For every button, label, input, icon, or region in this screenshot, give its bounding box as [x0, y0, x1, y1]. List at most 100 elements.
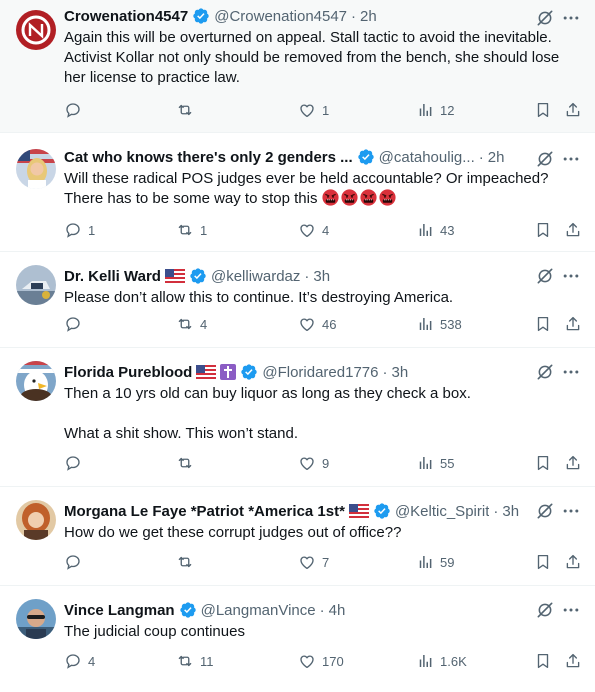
grok-icon[interactable]: [535, 149, 555, 169]
share-button[interactable]: [564, 221, 582, 239]
retweet-icon: [176, 221, 194, 239]
tweet[interactable]: Vince Langman @LangmanVince · 4h The jud…: [0, 586, 595, 692]
avatar[interactable]: [16, 265, 56, 305]
more-icon[interactable]: [561, 501, 581, 521]
bookmark-icon: [534, 101, 552, 119]
grok-icon[interactable]: [535, 8, 555, 28]
share-button[interactable]: [564, 315, 582, 333]
more-icon[interactable]: [561, 362, 581, 382]
like-count: 1: [322, 102, 330, 118]
display-name[interactable]: Morgana Le Faye *Patriot *America 1st*: [64, 503, 345, 520]
reply-icon: [64, 101, 82, 119]
user-handle[interactable]: @LangmanVince: [201, 602, 316, 619]
avatar[interactable]: [16, 361, 56, 401]
retweet-button[interactable]: 1: [176, 221, 207, 239]
share-button[interactable]: [564, 652, 582, 670]
reply-button[interactable]: [64, 454, 88, 472]
views-button[interactable]: 55: [416, 454, 454, 472]
us-flag-icon: [196, 365, 216, 379]
avatar[interactable]: [16, 149, 56, 189]
user-handle[interactable]: @kelliwardaz: [211, 268, 300, 285]
timestamp[interactable]: 2h: [360, 8, 377, 25]
grok-icon[interactable]: [535, 266, 555, 286]
display-name[interactable]: Cat who knows there's only 2 genders ...: [64, 149, 353, 166]
bookmark-button[interactable]: [534, 101, 552, 119]
us-flag-icon: [165, 269, 185, 283]
like-button[interactable]: 9: [298, 454, 329, 472]
like-button[interactable]: 4: [298, 221, 329, 239]
views-button[interactable]: 1.6K: [416, 652, 467, 670]
like-icon: [298, 553, 316, 571]
like-button[interactable]: 7: [298, 553, 329, 571]
grok-icon[interactable]: [535, 362, 555, 382]
like-button[interactable]: 46: [298, 315, 336, 333]
avatar[interactable]: [16, 10, 56, 50]
bookmark-button[interactable]: [534, 454, 552, 472]
retweet-icon: [176, 652, 194, 670]
separator-dot: ·: [351, 7, 357, 25]
tweet[interactable]: Morgana Le Faye *Patriot *America 1st* @…: [0, 487, 595, 586]
retweet-button[interactable]: [176, 454, 200, 472]
bookmark-button[interactable]: [534, 652, 552, 670]
reply-button[interactable]: [64, 553, 88, 571]
views-button[interactable]: 43: [416, 221, 454, 239]
views-button[interactable]: 59: [416, 553, 454, 571]
reply-button[interactable]: 4: [64, 652, 95, 670]
user-handle[interactable]: @catahoulig...: [379, 149, 475, 166]
timestamp[interactable]: 4h: [329, 602, 346, 619]
retweet-button[interactable]: [176, 553, 200, 571]
timestamp[interactable]: 3h: [391, 364, 408, 381]
tweet[interactable]: Crowenation4547 @Crowenation4547 · 2h Ag…: [0, 0, 595, 133]
views-icon: [416, 315, 434, 333]
timestamp[interactable]: 3h: [502, 503, 519, 520]
display-name[interactable]: Crowenation4547: [64, 8, 188, 25]
bookmark-icon: [534, 652, 552, 670]
tweet[interactable]: Florida Pureblood @Floridared1776 · 3h T…: [0, 348, 595, 487]
verified-badge-icon: [373, 502, 391, 520]
display-name[interactable]: Florida Pureblood: [64, 364, 192, 381]
avatar[interactable]: [16, 500, 56, 540]
tweet[interactable]: Dr. Kelli Ward @kelliwardaz · 3h Please …: [0, 252, 595, 348]
bookmark-button[interactable]: [534, 221, 552, 239]
retweet-button[interactable]: 4: [176, 315, 207, 333]
reply-button[interactable]: [64, 101, 88, 119]
tweet-text: How do we get these corrupt judges out o…: [64, 523, 579, 543]
views-button[interactable]: 12: [416, 101, 454, 119]
display-name[interactable]: Dr. Kelli Ward: [64, 268, 161, 285]
tweet-text-content: Will these radical POS judges ever be he…: [64, 170, 549, 207]
share-button[interactable]: [564, 101, 582, 119]
reply-button[interactable]: 1: [64, 221, 95, 239]
more-icon[interactable]: [561, 149, 581, 169]
enraged-face-icon: [341, 189, 358, 206]
like-count: 46: [322, 316, 337, 332]
share-button[interactable]: [564, 553, 582, 571]
reply-button[interactable]: [64, 315, 88, 333]
views-button[interactable]: 538: [416, 315, 462, 333]
like-button[interactable]: 170: [298, 652, 344, 670]
cross-icon: [220, 364, 236, 380]
bookmark-button[interactable]: [534, 315, 552, 333]
grok-icon[interactable]: [535, 501, 555, 521]
retweet-button[interactable]: 11: [176, 652, 214, 670]
share-button[interactable]: [564, 454, 582, 472]
like-button[interactable]: 1: [298, 101, 329, 119]
more-icon[interactable]: [561, 600, 581, 620]
timestamp[interactable]: 2h: [488, 149, 505, 166]
grok-icon[interactable]: [535, 600, 555, 620]
timestamp[interactable]: 3h: [313, 268, 330, 285]
enraged-face-icon: [379, 189, 396, 206]
display-name[interactable]: Vince Langman: [64, 602, 175, 619]
tweet[interactable]: Cat who knows there's only 2 genders ...…: [0, 133, 595, 252]
user-handle[interactable]: @Crowenation4547: [214, 8, 347, 25]
avatar[interactable]: [16, 599, 56, 639]
separator-dot: ·: [478, 148, 484, 166]
tweet-text: The judicial coup continues: [64, 622, 579, 642]
bookmark-button[interactable]: [534, 553, 552, 571]
user-handle[interactable]: @Keltic_Spirit: [395, 503, 489, 520]
retweet-button[interactable]: [176, 101, 200, 119]
more-icon[interactable]: [561, 266, 581, 286]
user-handle[interactable]: @Floridared1776: [262, 364, 378, 381]
views-count: 43: [440, 222, 455, 238]
action-bar: 4 46 538: [64, 304, 579, 344]
more-icon[interactable]: [561, 8, 581, 28]
